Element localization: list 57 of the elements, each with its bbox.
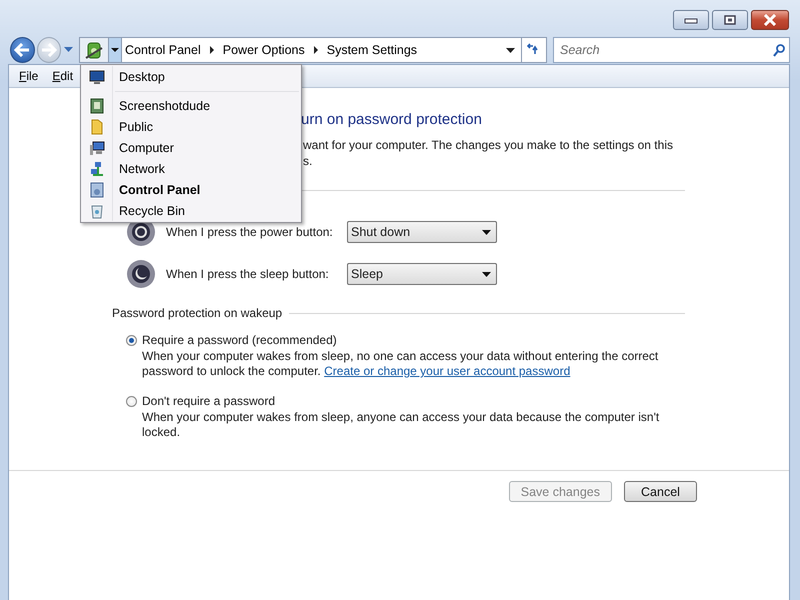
close-icon [763,14,777,26]
desktop-icon [89,69,105,85]
setting-label: When I press the power button: [166,225,334,239]
back-button[interactable] [10,37,35,63]
back-arrow-icon [14,43,30,57]
sleep-button-icon [126,259,156,289]
search-icon [773,44,786,57]
caret-icon[interactable] [506,48,515,52]
chevron-icon [312,46,319,54]
menu-item[interactable]: Network [81,158,301,179]
password-link[interactable]: Create or change your user account password [324,364,570,378]
caret-icon [111,48,119,52]
menu-item[interactable]: Desktop [81,66,301,88]
radio-button[interactable] [126,334,137,346]
close-button[interactable] [751,10,789,30]
option-description: When your computer wakes from sleep, anyone can access your data because the computer isn't locked. [142,410,660,440]
search-field[interactable]: Search [553,37,790,63]
caret-icon [482,230,491,234]
restore-icon [724,15,736,25]
breadcrumb[interactable]: Power Options [222,43,305,57]
panel-icon [89,182,105,198]
bin-icon [89,202,105,218]
caret-icon [482,272,491,276]
dropdown-icon[interactable] [64,47,73,53]
menu-item[interactable]: Control Panel [81,179,301,200]
minimize-button[interactable] [673,10,709,30]
maximize-button[interactable] [712,10,748,30]
section-title: Password protection on wakeup [112,306,282,320]
forward-arrow-icon [41,43,58,57]
setting-label: When I press the sleep button: [166,267,330,281]
option-description: When your computer wakes from sleep, no one can access your data without entering the correct password to unlock the computer. Create or change your user account password [142,349,660,379]
location-dropdown[interactable] [108,38,122,62]
option-label[interactable]: Require a password (recommended) [142,333,337,347]
cancel-button[interactable]: Cancel [624,481,697,502]
computer-icon [89,140,105,156]
network-icon [89,160,105,176]
page-heading: urn on password protection [301,111,483,129]
page-description: want for your computer. The changes you make to the settings on this [303,137,674,153]
menu-item[interactable]: Recycle Bin [81,200,301,221]
dropdown[interactable]: Shut down [347,221,497,243]
minimize-icon [684,16,698,24]
menu-item[interactable]: Screenshotdude [81,95,301,116]
control-panel-icon[interactable] [84,40,104,60]
chevron-icon [208,46,215,54]
menu-item[interactable]: Public [81,116,301,137]
refresh-button[interactable] [522,37,548,63]
option-label[interactable]: Don't require a password [142,394,276,408]
dropdown[interactable]: Sleep [347,263,497,285]
menu-item[interactable]: File [12,69,46,83]
page-description: s. [303,153,314,169]
user-icon [89,98,105,114]
breadcrumb[interactable]: Control Panel [125,43,201,57]
menu-item[interactable]: Computer [81,137,301,158]
breadcrumb[interactable]: System Settings [326,43,418,57]
menu-item[interactable]: Edit [45,69,80,83]
folder-icon [89,118,105,134]
radio-button[interactable] [126,396,137,406]
